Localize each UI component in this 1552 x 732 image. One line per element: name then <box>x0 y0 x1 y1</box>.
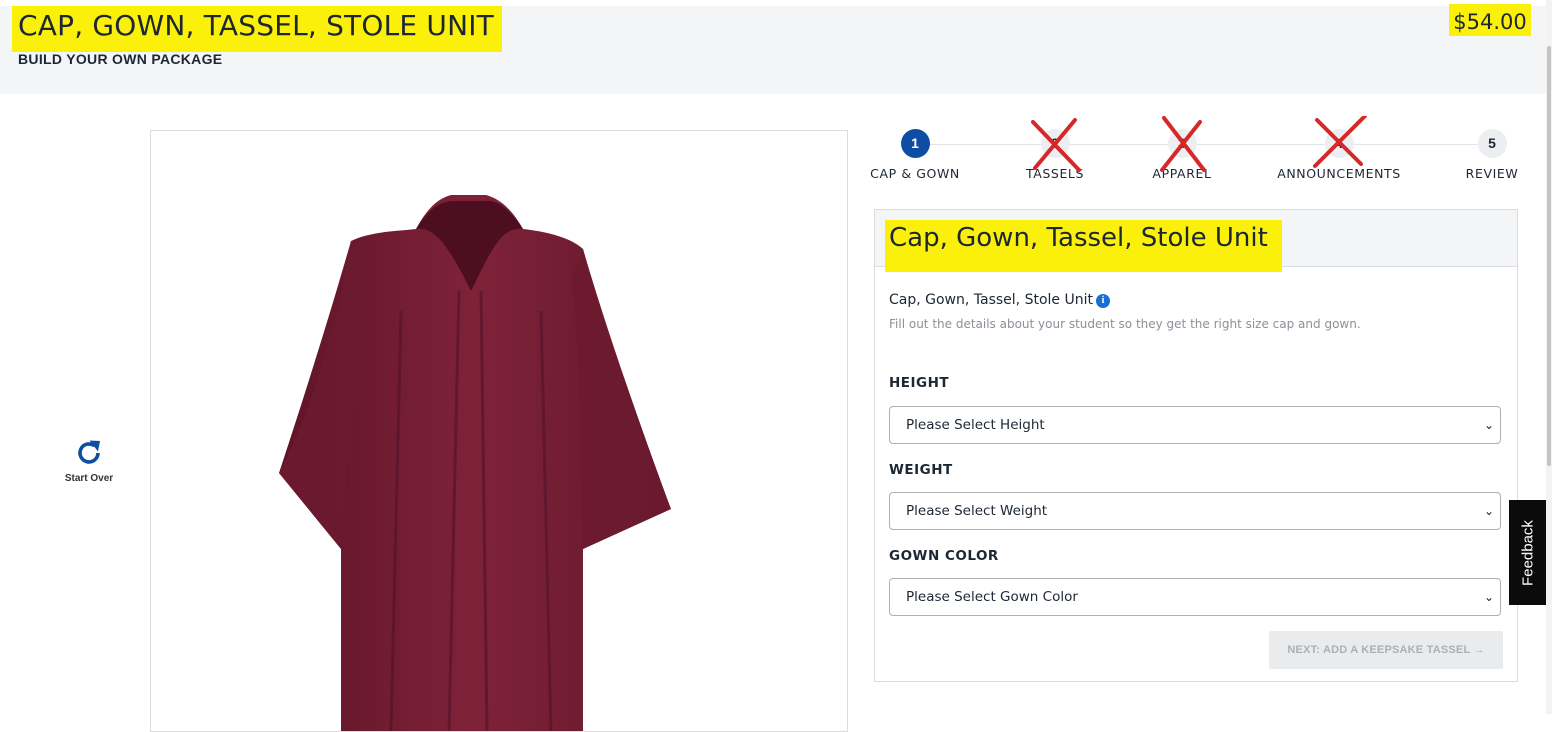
gown-color-label: GOWN COLOR <box>889 548 999 564</box>
weight-select-value: Please Select Weight <box>906 503 1048 519</box>
gown-color-select-value: Please Select Gown Color <box>906 589 1078 605</box>
unit-label-text: Cap, Gown, Tassel, Stole Unit <box>889 292 1093 308</box>
feedback-label: Feedback <box>1519 519 1536 586</box>
height-select[interactable]: Please Select Height ⌄ <box>889 406 1501 444</box>
step-announcements[interactable]: 4 ANNOUNCEMENTS <box>1269 116 1409 181</box>
start-over-button[interactable]: Start Over <box>58 438 120 496</box>
next-button[interactable]: NEXT: ADD A KEEPSAKE TASSEL → <box>1269 631 1503 669</box>
step-label: CAP & GOWN <box>870 166 960 181</box>
package-price: $54.00 <box>1449 4 1531 36</box>
card-header: Cap, Gown, Tassel, Stole Unit <box>875 210 1517 272</box>
unit-label: Cap, Gown, Tassel, Stole Unit i <box>889 292 1110 308</box>
card-title: Cap, Gown, Tassel, Stole Unit <box>885 220 1282 272</box>
scrollbar-thumb[interactable] <box>1547 46 1551 466</box>
product-options-card: Cap, Gown, Tassel, Stole Unit Cap, Gown,… <box>874 209 1518 682</box>
helper-text: Fill out the details about your student … <box>889 317 1361 331</box>
product-image-frame <box>150 130 848 732</box>
step-tassels[interactable]: 2 TASSELS <box>985 118 1125 181</box>
step-number: 5 <box>1477 129 1507 158</box>
step-label: REVIEW <box>1465 166 1519 181</box>
step-review[interactable]: 5 REVIEW <box>1422 126 1552 181</box>
step-cap-and-gown[interactable]: 1 CAP & GOWN <box>845 126 985 181</box>
chevron-down-icon: ⌄ <box>1483 590 1494 604</box>
page-scrollbar[interactable] <box>1546 0 1552 714</box>
gown-color-select[interactable]: Please Select Gown Color ⌄ <box>889 578 1501 616</box>
chevron-down-icon: ⌄ <box>1483 504 1494 518</box>
arrow-right-icon: → <box>1473 644 1485 656</box>
step-number: 1 <box>900 129 930 158</box>
start-over-label: Start Over <box>64 473 114 484</box>
height-select-value: Please Select Height <box>906 417 1045 433</box>
graduation-gown-image <box>279 195 671 731</box>
chevron-down-icon: ⌄ <box>1483 418 1494 432</box>
checkout-stepper: 1 CAP & GOWN 2 TASSELS 3 APPAREL 4 ANNOU… <box>870 116 1522 188</box>
refresh-icon <box>78 440 100 464</box>
cross-out-icon <box>1031 118 1081 172</box>
step-apparel[interactable]: 3 APPAREL <box>1112 116 1252 181</box>
weight-label: WEIGHT <box>889 462 953 478</box>
package-subtitle: BUILD YOUR OWN PACKAGE <box>18 51 223 67</box>
feedback-tab[interactable]: Feedback <box>1509 500 1546 605</box>
weight-select[interactable]: Please Select Weight ⌄ <box>889 492 1501 530</box>
cross-out-icon <box>1160 116 1206 172</box>
package-title: CAP, GOWN, TASSEL, STOLE UNIT <box>12 6 502 52</box>
next-button-label: NEXT: ADD A KEEPSAKE TASSEL <box>1287 644 1471 656</box>
cross-out-icon <box>1313 116 1367 168</box>
height-label: HEIGHT <box>889 375 950 391</box>
info-icon[interactable]: i <box>1095 294 1110 308</box>
